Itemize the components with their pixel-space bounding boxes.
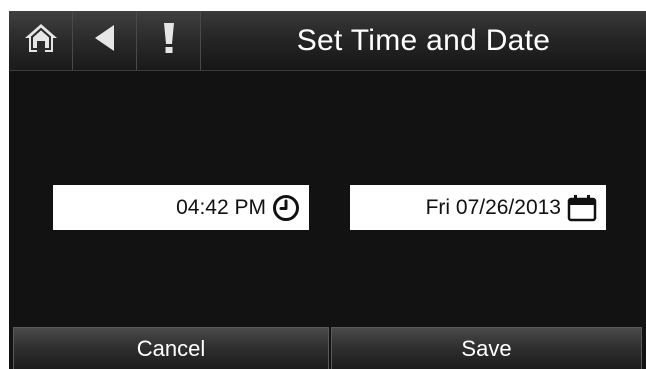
set-time-date-screen: Set Time and Date 04:42 PM Fri 07/26/201… <box>9 11 646 369</box>
header-bar: Set Time and Date <box>9 11 646 71</box>
save-button[interactable]: Save <box>331 327 642 369</box>
clock-icon <box>272 194 300 222</box>
time-value: 04:42 PM <box>176 195 266 219</box>
back-arrow-icon <box>92 23 118 58</box>
page-title: Set Time and Date <box>296 23 551 57</box>
cancel-button[interactable]: Cancel <box>13 327 329 369</box>
exclamation-icon <box>162 21 176 60</box>
back-button[interactable] <box>73 11 137 70</box>
date-value: Fri 07/26/2013 <box>425 195 561 219</box>
calendar-icon <box>567 194 597 222</box>
date-field[interactable]: Fri 07/26/2013 <box>350 185 606 230</box>
alert-button[interactable] <box>137 11 201 70</box>
home-button[interactable] <box>9 11 73 70</box>
time-field[interactable]: 04:42 PM <box>53 185 309 230</box>
home-icon <box>23 21 59 60</box>
